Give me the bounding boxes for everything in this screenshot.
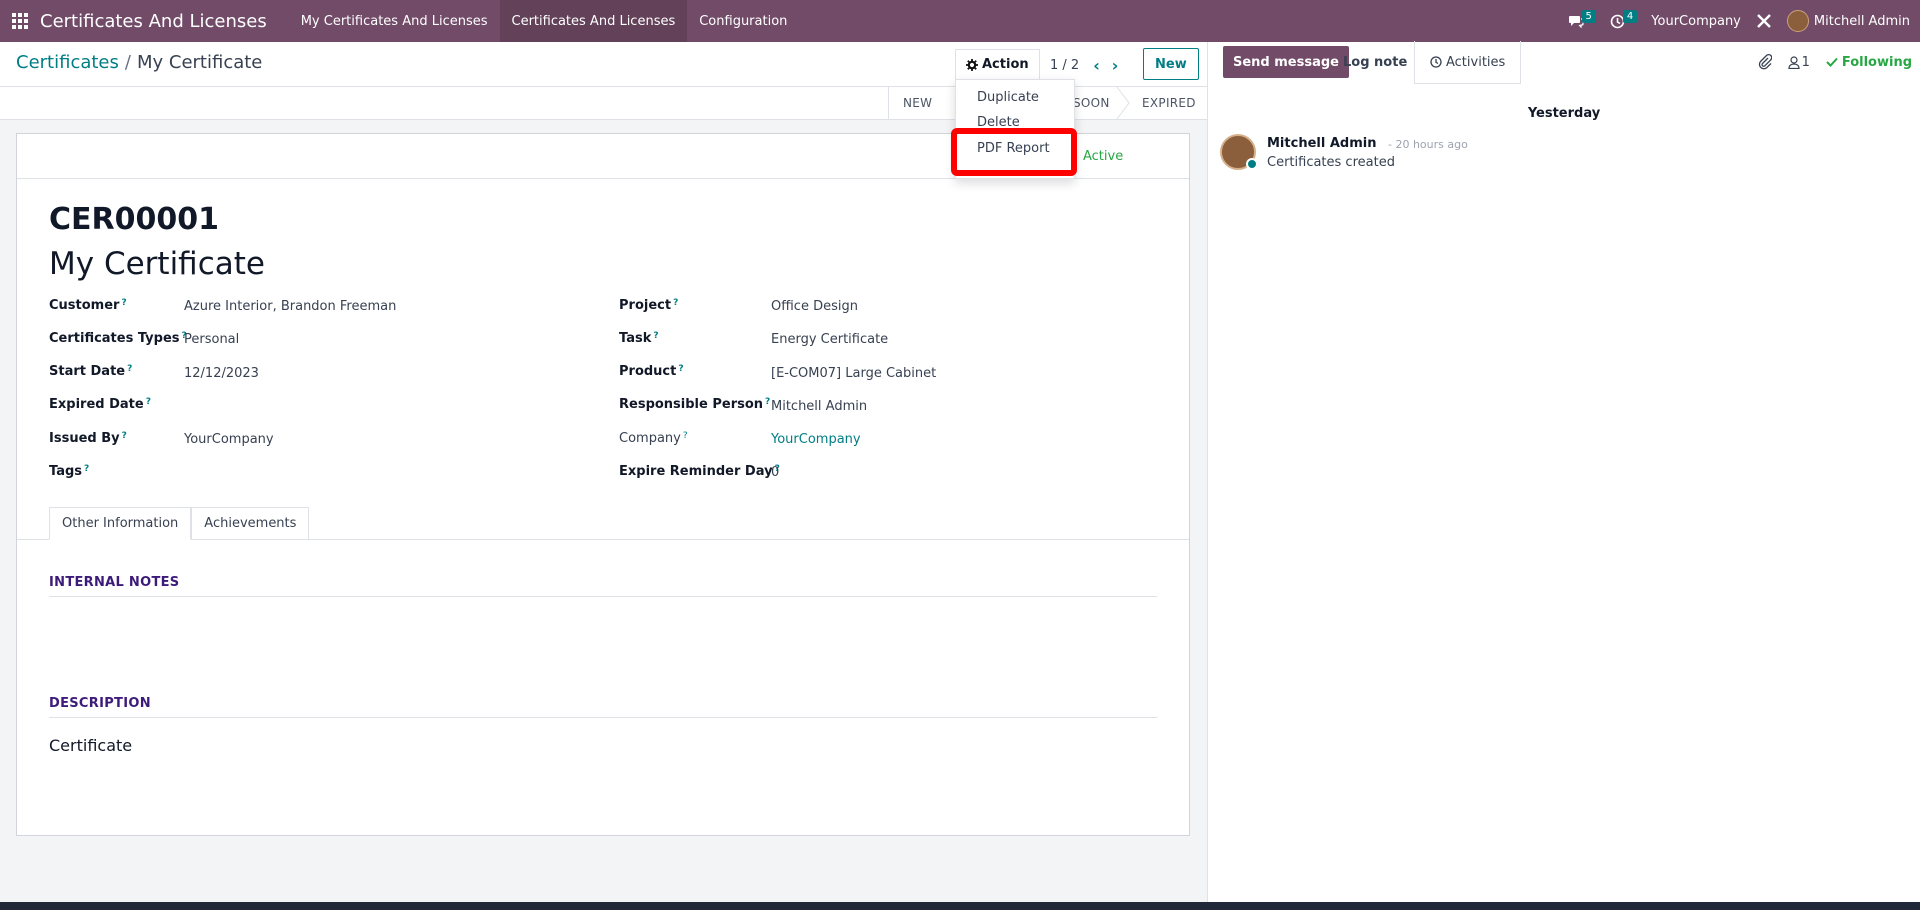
followers-count: 1 <box>1801 54 1810 70</box>
field-task[interactable]: Energy Certificate <box>771 332 888 347</box>
record-reference: CER00001 <box>49 202 219 237</box>
notebook-tabs: Other Information Achievements <box>49 507 310 540</box>
online-status-icon <box>1246 158 1258 170</box>
field-responsible-person[interactable]: Mitchell Admin <box>771 399 867 414</box>
field-project[interactable]: Office Design <box>771 299 858 314</box>
menu-item-duplicate[interactable]: Duplicate <box>977 90 1039 105</box>
gear-icon <box>966 58 978 71</box>
internal-notes-field[interactable] <box>49 604 1157 684</box>
highlight-box <box>951 128 1077 176</box>
description-field[interactable]: Certificate <box>49 736 132 755</box>
label-responsible-person: Responsible Person? <box>619 397 771 412</box>
day-separator: Yesterday <box>1527 106 1601 121</box>
new-button[interactable]: New <box>1143 48 1199 80</box>
pager: 1 / 2 ‹ › <box>1050 56 1118 75</box>
check-icon <box>1826 57 1838 67</box>
following-button[interactable]: Following <box>1826 55 1912 70</box>
tools-icon <box>1757 14 1771 28</box>
followers-button[interactable]: 1 <box>1787 54 1810 70</box>
stage-new[interactable]: NEW <box>903 87 932 119</box>
menu-configuration[interactable]: Configuration <box>687 0 799 42</box>
log-note-button[interactable]: Log note <box>1331 46 1419 78</box>
debug-tools-button[interactable] <box>1755 12 1773 30</box>
user-icon <box>1787 55 1800 69</box>
app-brand[interactable]: Certificates And Licenses <box>40 11 267 32</box>
stage-arrow-icon <box>1116 87 1130 119</box>
label-project: Project? <box>619 298 679 313</box>
label-task: Task? <box>619 331 659 346</box>
company-switcher[interactable]: YourCompany <box>1651 14 1741 29</box>
field-start-date[interactable]: 12/12/2023 <box>184 366 259 381</box>
user-avatar <box>1786 10 1809 32</box>
stage-expired[interactable]: EXPIRED <box>1142 87 1196 119</box>
breadcrumb-parent-link[interactable]: Certificates <box>16 52 119 73</box>
top-navbar: Certificates And Licenses My Certificate… <box>0 0 1920 42</box>
label-customer: Customer? <box>49 298 127 313</box>
user-menu[interactable]: Mitchell Admin <box>1786 10 1910 32</box>
stage-expired-soon[interactable]: SOON <box>1073 87 1110 119</box>
record-name[interactable]: My Certificate <box>49 246 265 282</box>
label-certificates-types: Certificates Types? <box>49 331 187 346</box>
tab-other-information[interactable]: Other Information <box>49 507 192 540</box>
pager-previous-icon[interactable]: ‹ <box>1093 56 1100 75</box>
messages-count-badge: 5 <box>1581 9 1596 23</box>
message-author[interactable]: Mitchell Admin <box>1267 136 1376 151</box>
clock-icon <box>1430 56 1442 68</box>
label-issued-by: Issued By? <box>49 431 127 446</box>
chatter-panel: Send message Log note Activities 1 Follo… <box>1207 41 1920 910</box>
description-title: DESCRIPTION <box>49 696 151 711</box>
message-timestamp: - 20 hours ago <box>1388 138 1468 151</box>
activities-button[interactable]: 4 <box>1610 9 1638 29</box>
label-product: Product? <box>619 364 684 379</box>
field-customer[interactable]: Azure Interior, Brandon Freeman <box>184 299 396 314</box>
paperclip-icon[interactable] <box>1758 54 1772 70</box>
pager-value[interactable]: 1 / 2 <box>1050 58 1079 73</box>
pager-next-icon[interactable]: › <box>1112 56 1119 75</box>
following-label: Following <box>1841 54 1912 70</box>
apps-menu-icon[interactable] <box>2 0 38 42</box>
action-button[interactable]: Action <box>955 49 1040 79</box>
tab-achievements[interactable]: Achievements <box>191 507 310 540</box>
description-divider <box>49 717 1157 718</box>
user-name: Mitchell Admin <box>1813 13 1910 29</box>
menu-certificates-and-licenses[interactable]: Certificates And Licenses <box>499 0 688 42</box>
breadcrumb: Certificates / My Certificate <box>16 52 262 73</box>
activities-count-badge: 4 <box>1622 9 1638 23</box>
field-company[interactable]: YourCompany <box>771 432 861 447</box>
bottom-strip <box>0 902 1920 910</box>
field-certificates-types[interactable]: Personal <box>184 332 239 347</box>
field-issued-by[interactable]: YourCompany <box>184 432 274 447</box>
breadcrumb-current: My Certificate <box>136 52 263 73</box>
label-expire-reminder-day: Expire Reminder Day? <box>619 464 780 479</box>
activities-label: Activities <box>1446 54 1506 70</box>
activities-tab-button[interactable]: Activities <box>1414 41 1522 84</box>
breadcrumb-separator: / <box>124 52 131 73</box>
form-sheet: Active CER00001 My Certificate Customer?… <box>16 133 1190 836</box>
internal-notes-divider <box>49 596 1157 597</box>
menu-my-certificates[interactable]: My Certificates And Licenses <box>289 0 500 42</box>
ribbon-label: Active <box>1083 148 1124 164</box>
chatter-right-actions: 1 Following <box>1758 54 1912 70</box>
messages-button[interactable]: 5 <box>1568 9 1596 28</box>
internal-notes-title: INTERNAL NOTES <box>49 575 180 590</box>
message-body: Certificates created <box>1267 155 1395 170</box>
active-status-ribbon: Active <box>1071 148 1123 164</box>
label-expired-date: Expired Date? <box>49 397 151 412</box>
chatter-topbar: Send message Log note Activities 1 Follo… <box>1208 41 1920 85</box>
label-company: Company? <box>619 431 688 446</box>
label-tags: Tags? <box>49 464 90 479</box>
action-button-label: Action <box>982 57 1029 72</box>
field-product[interactable]: [E-COM07] Large Cabinet <box>771 366 936 381</box>
field-expire-reminder-day[interactable]: 0 <box>771 465 779 480</box>
label-start-date: Start Date? <box>49 364 133 379</box>
